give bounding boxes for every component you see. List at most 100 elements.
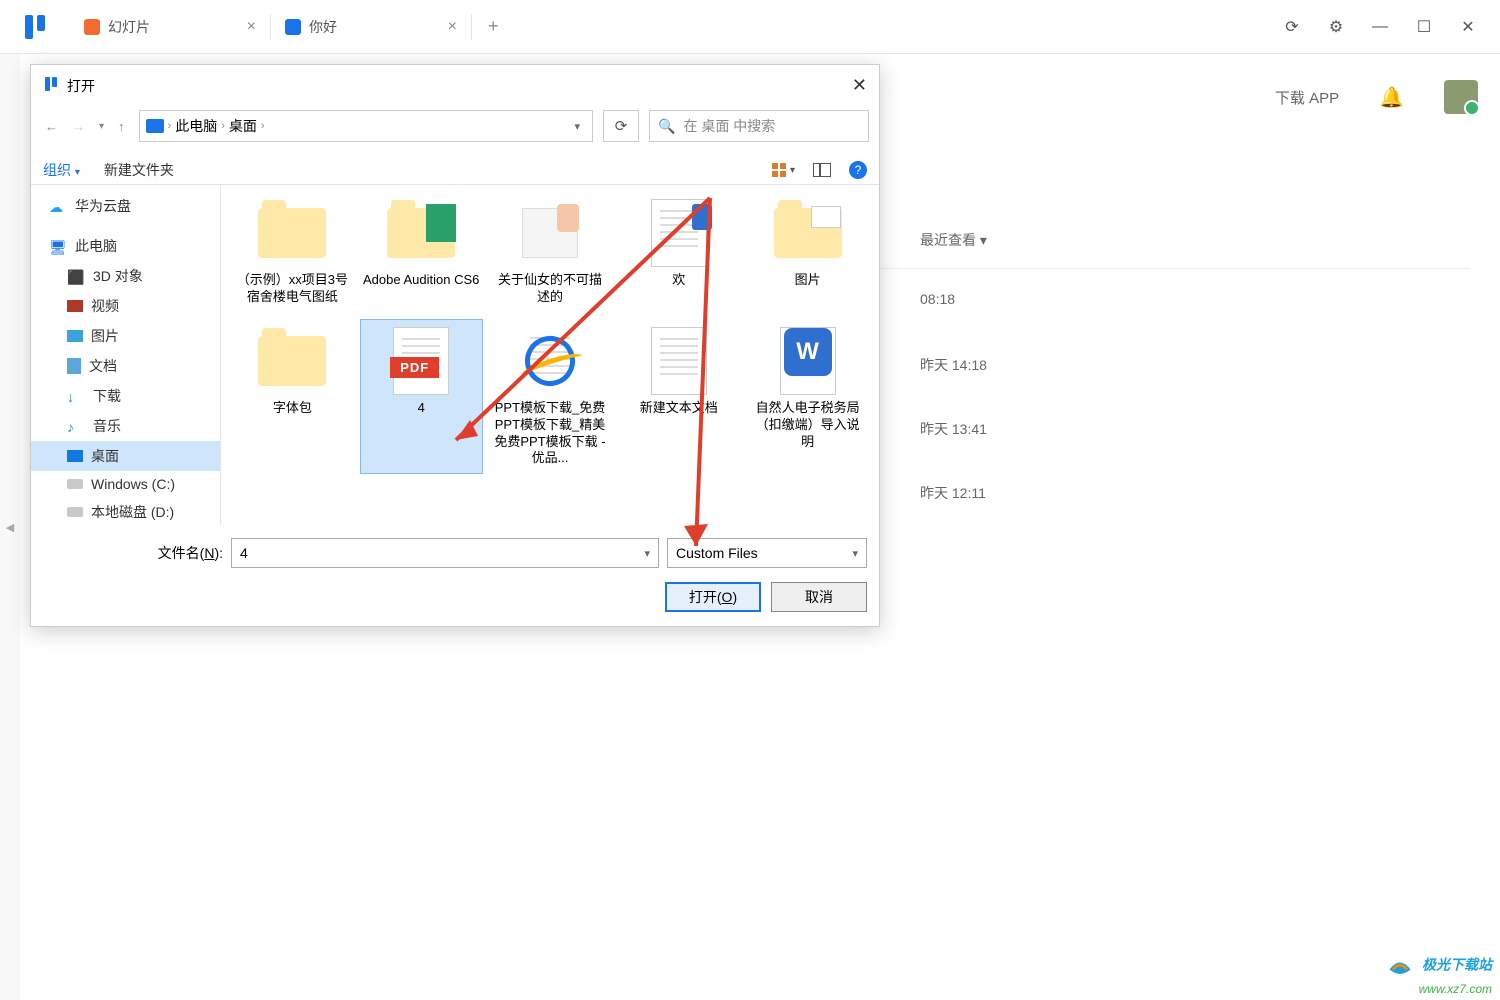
- sort-icon: ▾: [980, 232, 987, 248]
- tree-item[interactable]: Windows (C:): [31, 471, 220, 497]
- tree-item[interactable]: ↓ 下载: [31, 381, 220, 411]
- tree-icon: [67, 450, 83, 462]
- file-name: （示例）xx项目3号宿舍楼电气图纸: [234, 272, 351, 306]
- file-name: 新建文本文档: [640, 400, 718, 417]
- minimize-button[interactable]: —: [1370, 17, 1390, 37]
- dialog-footer: 文件名(N): 4▾ Custom Files▾ 打开(O) 取消: [31, 524, 879, 626]
- tree-label: 下载: [93, 386, 121, 406]
- col-recent[interactable]: 最近查看 ▾: [920, 230, 1170, 250]
- pc-icon: [146, 119, 164, 133]
- nav-arrows: ← → ▾ ↑: [41, 119, 129, 134]
- tab-label: 幻灯片: [108, 17, 150, 37]
- app-logo[interactable]: [0, 11, 70, 43]
- close-button[interactable]: ✕: [1458, 17, 1478, 37]
- tree-item[interactable]: 视频: [31, 291, 220, 321]
- address-bar[interactable]: › 此电脑 › 桌面 › ▾: [139, 110, 593, 142]
- tree-icon: ♪: [67, 419, 85, 433]
- tree-item[interactable]: 文档: [31, 351, 220, 381]
- help-icon[interactable]: ?: [849, 161, 867, 179]
- sync-icon[interactable]: ⟳: [1282, 17, 1302, 37]
- cancel-button[interactable]: 取消: [771, 582, 867, 612]
- new-tab-button[interactable]: +: [472, 16, 515, 37]
- tree-label: 此电脑: [75, 236, 117, 256]
- tree-label: 文档: [89, 356, 117, 376]
- window-controls: ⟳ ⚙ — ☐ ✕: [1282, 17, 1500, 37]
- file-name: 关于仙女的不可描述的: [492, 272, 609, 306]
- search-input[interactable]: 🔍 在 桌面 中搜索: [649, 110, 869, 142]
- watermark-title: 极光下载站: [1422, 957, 1492, 973]
- dialog-icon: [43, 76, 59, 95]
- tab-strip: 幻灯片 × 你好 × +: [70, 0, 515, 53]
- file-item[interactable]: PPT模板下载_免费PPT模板下载_精美免费PPT模板下载 - 优品...: [489, 319, 612, 475]
- view-mode-button[interactable]: ▾: [772, 163, 795, 177]
- preview-pane-button[interactable]: [813, 163, 831, 177]
- refresh-button[interactable]: ⟳: [603, 110, 639, 142]
- file-item[interactable]: Adobe Audition CS6: [360, 191, 483, 313]
- forward-button[interactable]: →: [72, 119, 85, 134]
- file-item[interactable]: W自然人电子税务局（扣缴端）导入说明: [746, 319, 869, 475]
- maximize-button[interactable]: ☐: [1414, 17, 1434, 37]
- file-open-dialog: 打开 ✕ ← → ▾ ↑ › 此电脑 › 桌面 › ▾ ⟳ 🔍 在 桌面 中搜索…: [30, 64, 880, 627]
- breadcrumb-segment[interactable]: 桌面: [229, 116, 257, 136]
- tree-label: 华为云盘: [75, 196, 131, 216]
- file-item[interactable]: 字体包: [231, 319, 354, 475]
- back-button[interactable]: ←: [45, 119, 58, 134]
- file-thumb: [511, 326, 589, 396]
- tree-label: 音乐: [93, 416, 121, 436]
- file-item[interactable]: （示例）xx项目3号宿舍楼电气图纸: [231, 191, 354, 313]
- breadcrumb-root[interactable]: 此电脑: [175, 116, 217, 136]
- file-thumb: [253, 198, 331, 268]
- address-dropdown-icon[interactable]: ▾: [568, 120, 586, 133]
- dialog-toolbar: 组织 ▾ 新建文件夹 ▾ ?: [31, 152, 879, 184]
- tree-label: 3D 对象: [93, 266, 143, 286]
- tab-label: 你好: [309, 17, 337, 37]
- tree-item[interactable]: ♪ 音乐: [31, 411, 220, 441]
- nav-tree: ☁华为云盘 🖥此电脑⬛3D 对象视频图片文档 ↓ 下载 ♪ 音乐桌面Windows (C:…: [31, 185, 221, 524]
- file-name: 自然人电子税务局（扣缴端）导入说明: [749, 400, 866, 451]
- filename-input[interactable]: 4▾: [231, 538, 659, 568]
- tab-hello[interactable]: 你好 ×: [271, 0, 471, 53]
- file-name: Adobe Audition CS6: [363, 272, 479, 289]
- close-icon[interactable]: ×: [448, 18, 457, 36]
- organize-menu[interactable]: 组织 ▾: [43, 160, 80, 180]
- tree-icon: ↓: [67, 389, 85, 403]
- chevron-down-icon[interactable]: ▾: [644, 547, 650, 560]
- file-grid: （示例）xx项目3号宿舍楼电气图纸 Adobe Audition CS6 关于仙女的…: [221, 185, 879, 524]
- doc-icon: [285, 19, 301, 35]
- tree-icon: [67, 358, 81, 374]
- close-icon[interactable]: ×: [247, 18, 256, 36]
- dialog-title: 打开: [67, 76, 95, 96]
- tree-icon: [67, 479, 83, 489]
- download-app-link[interactable]: 下载 APP: [1275, 87, 1339, 108]
- dialog-close-button[interactable]: ✕: [852, 75, 867, 96]
- file-item[interactable]: 欢: [617, 191, 740, 313]
- dialog-titlebar: 打开 ✕: [31, 65, 879, 106]
- chevron-down-icon[interactable]: ▾: [852, 547, 858, 560]
- tree-item[interactable]: 图片: [31, 321, 220, 351]
- file-thumb: [253, 326, 331, 396]
- file-item[interactable]: 关于仙女的不可描述的: [489, 191, 612, 313]
- open-button[interactable]: 打开(O): [665, 582, 761, 612]
- tree-item[interactable]: 本地磁盘 (D:): [31, 497, 220, 524]
- file-item[interactable]: 新建文本文档: [617, 319, 740, 475]
- tree-item[interactable]: 桌面: [31, 441, 220, 471]
- dialog-body: ☁华为云盘🖥此电脑⬛3D 对象视频图片文档↓下载♪音乐桌面Windows (C:…: [31, 184, 879, 524]
- file-thumb: PDF: [382, 326, 460, 396]
- recent-dropdown[interactable]: ▾: [99, 121, 104, 132]
- tab-slides[interactable]: 幻灯片 ×: [70, 0, 270, 53]
- notifications-icon[interactable]: 🔔: [1379, 85, 1404, 110]
- up-button[interactable]: ↑: [118, 119, 125, 134]
- side-collapse-handle[interactable]: ◀: [0, 54, 20, 1000]
- tree-icon: [67, 300, 83, 312]
- tree-item[interactable]: 🖥此电脑: [31, 231, 220, 261]
- breadcrumb-sep: ›: [168, 120, 172, 132]
- avatar[interactable]: [1444, 80, 1478, 114]
- header-right: 下载 APP 🔔: [1275, 80, 1478, 114]
- file-type-filter[interactable]: Custom Files▾: [667, 538, 867, 568]
- tree-item[interactable]: ☁华为云盘: [31, 191, 220, 221]
- settings-icon[interactable]: ⚙: [1326, 17, 1346, 37]
- new-folder-button[interactable]: 新建文件夹: [104, 160, 174, 180]
- tree-item[interactable]: ⬛3D 对象: [31, 261, 220, 291]
- file-item[interactable]: PDF4: [360, 319, 483, 475]
- file-item[interactable]: 图片: [746, 191, 869, 313]
